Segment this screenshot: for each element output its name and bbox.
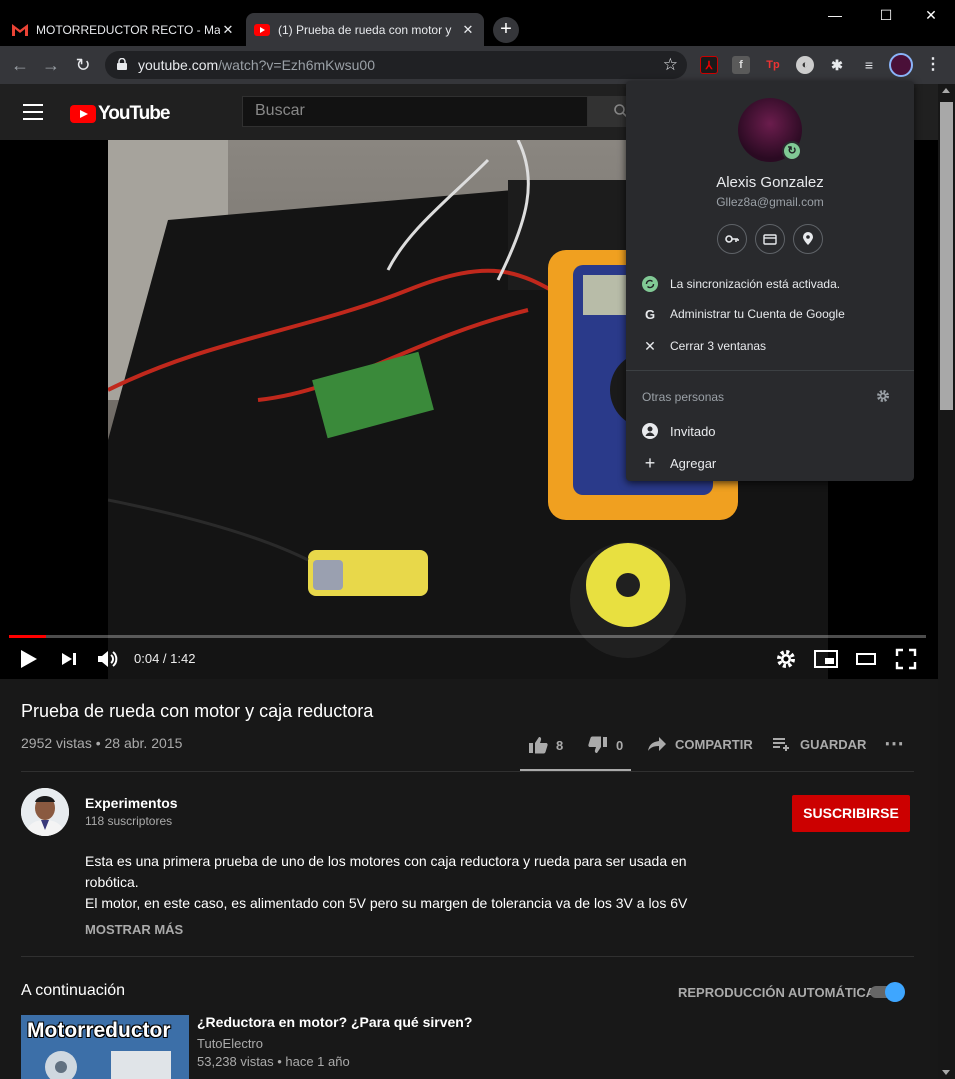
add-profile[interactable]: + Agregar (626, 448, 914, 478)
up-next-heading: A continuación (21, 982, 126, 999)
profile-name: Alexis Gonzalez (716, 174, 824, 191)
sync-status-row[interactable]: La sincronización está activada. (626, 269, 914, 299)
tab-youtube[interactable]: (1) Prueba de rueda con motor y ✕ (246, 13, 484, 46)
video-title: Prueba de rueda con motor y caja reducto… (21, 701, 374, 721)
tab-title: (1) Prueba de rueda con motor y (278, 22, 452, 37)
autoplay-toggle[interactable] (868, 982, 905, 1002)
close-window-button[interactable]: ✕ (914, 0, 948, 30)
settings-gear-icon[interactable] (775, 648, 797, 670)
thumbs-down-icon (588, 736, 607, 753)
related-video-title[interactable]: ¿Reductora en motor? ¿Para qué sirven? (197, 1014, 472, 1030)
divider (626, 370, 914, 371)
maximize-button[interactable]: ☐ (869, 0, 903, 30)
miniplayer-icon[interactable] (814, 648, 838, 670)
pdf-extension-icon[interactable]: ⅄ (700, 56, 718, 74)
fullscreen-icon[interactable] (895, 648, 917, 670)
manage-people-gear-icon[interactable] (876, 389, 890, 403)
payment-methods-button[interactable] (755, 224, 785, 254)
close-icon: ✕ (644, 337, 656, 354)
play-icon[interactable] (19, 648, 39, 670)
other-people-heading: Otras personas (642, 390, 725, 404)
volume-icon[interactable] (96, 648, 120, 670)
video-description: Esta es una primera prueba de uno de los… (85, 853, 688, 911)
video-meta: 2952 vistas • 28 abr. 2015 (21, 735, 183, 751)
youtube-logo[interactable]: YouTube (70, 103, 170, 125)
plus-icon: + (644, 452, 656, 473)
tp-extension-icon[interactable]: Tp (764, 56, 782, 74)
show-more-button[interactable]: MOSTRAR MÁS (85, 922, 183, 937)
like-button[interactable]: 8 (528, 736, 563, 754)
youtube-play-icon (70, 105, 96, 123)
related-video-meta: 53,238 vistas • hace 1 año (197, 1054, 350, 1069)
new-tab-button[interactable]: + (493, 17, 519, 43)
google-g-icon: G (644, 306, 656, 322)
browser-toolbar: ← → ↻ youtube.com/watch?v=Ezh6mKwsu00 ☆ … (0, 46, 955, 84)
facebook-extension-icon[interactable]: f (732, 56, 750, 74)
bookmark-star-icon[interactable]: ☆ (663, 55, 678, 75)
sync-icon (642, 276, 658, 292)
credit-card-icon (763, 234, 777, 245)
more-actions-icon[interactable]: ⋯ (884, 731, 904, 756)
key-icon (725, 235, 739, 243)
guest-profile[interactable]: Invitado (626, 416, 914, 446)
compass-extension-icon[interactable]: ◐ (796, 56, 814, 74)
time-display: 0:04 / 1:42 (134, 651, 196, 666)
location-pin-icon (803, 232, 813, 245)
divider (21, 956, 914, 957)
back-arrow-icon[interactable]: ← (9, 54, 31, 76)
channel-name[interactable]: Experimentos (85, 795, 178, 811)
address-bar[interactable]: youtube.com/watch?v=Ezh6mKwsu00 ☆ (105, 51, 687, 79)
passwords-button[interactable] (717, 224, 747, 254)
sync-badge-icon: ↻ (782, 141, 802, 161)
video-info-section: Prueba de rueda con motor y caja reducto… (0, 679, 938, 1079)
page-scrollbar[interactable] (938, 84, 955, 1079)
addresses-button[interactable] (793, 224, 823, 254)
avatar-image (21, 788, 69, 836)
search-input[interactable]: Buscar (242, 96, 588, 127)
related-video-channel[interactable]: TutoElectro (197, 1036, 263, 1051)
profile-email: Gllez8a@gmail.com (716, 195, 824, 209)
tab-title: MOTORREDUCTOR RECTO - Mast (36, 22, 220, 37)
theater-mode-icon[interactable] (855, 648, 877, 670)
chrome-menu-icon[interactable]: ⋮ (924, 56, 942, 74)
progress-fill (9, 635, 46, 638)
forward-arrow-icon[interactable]: → (40, 54, 62, 76)
related-video-thumbnail[interactable]: Motorreductor (21, 1015, 189, 1079)
youtube-icon (254, 22, 270, 38)
dislike-button[interactable]: 0 (588, 736, 623, 754)
scrollbar-thumb[interactable] (940, 102, 953, 410)
tab-gmail[interactable]: MOTORREDUCTOR RECTO - Mast ✕ (4, 13, 244, 46)
profile-avatar-button[interactable] (889, 53, 913, 77)
close-windows[interactable]: ✕ Cerrar 3 ventanas (626, 331, 914, 361)
scroll-up-arrow-icon[interactable] (942, 88, 950, 93)
progress-bar[interactable] (9, 635, 926, 638)
lock-icon (117, 58, 127, 70)
channel-subscribers: 118 suscriptores (85, 814, 173, 828)
thumbs-up-icon (529, 737, 548, 754)
guest-person-icon (642, 423, 658, 439)
divider (21, 771, 914, 772)
puzzle-extensions-icon[interactable]: ✱ (828, 56, 846, 74)
minimize-button[interactable]: — (818, 0, 852, 30)
share-button[interactable]: COMPARTIR (647, 736, 753, 752)
url-text: youtube.com/watch?v=Ezh6mKwsu00 (138, 57, 375, 73)
tab-close-icon[interactable]: ✕ (220, 22, 236, 38)
share-icon (648, 737, 666, 751)
hamburger-menu-icon[interactable] (23, 104, 43, 120)
profile-menu: ↻ Alexis Gonzalez Gllez8a@gmail.com La s… (626, 81, 914, 481)
manage-google-account[interactable]: G Administrar tu Cuenta de Google (626, 299, 914, 329)
next-icon[interactable] (60, 648, 78, 670)
gmail-icon (12, 22, 28, 38)
media-control-icon[interactable]: ≡ (860, 56, 878, 74)
scroll-down-arrow-icon[interactable] (942, 1070, 950, 1075)
reload-icon[interactable]: ↻ (72, 54, 94, 76)
subscribe-button[interactable]: SUSCRIBIRSE (792, 795, 910, 832)
channel-avatar[interactable] (21, 788, 69, 836)
autoplay-label: REPRODUCCIÓN AUTOMÁTICA (678, 985, 876, 1000)
add-to-playlist-icon (773, 738, 789, 751)
tab-strip: MOTORREDUCTOR RECTO - Mast ✕ (1) Prueba … (0, 0, 955, 46)
tab-close-icon[interactable]: ✕ (460, 22, 476, 38)
save-button[interactable]: GUARDAR (772, 736, 866, 752)
